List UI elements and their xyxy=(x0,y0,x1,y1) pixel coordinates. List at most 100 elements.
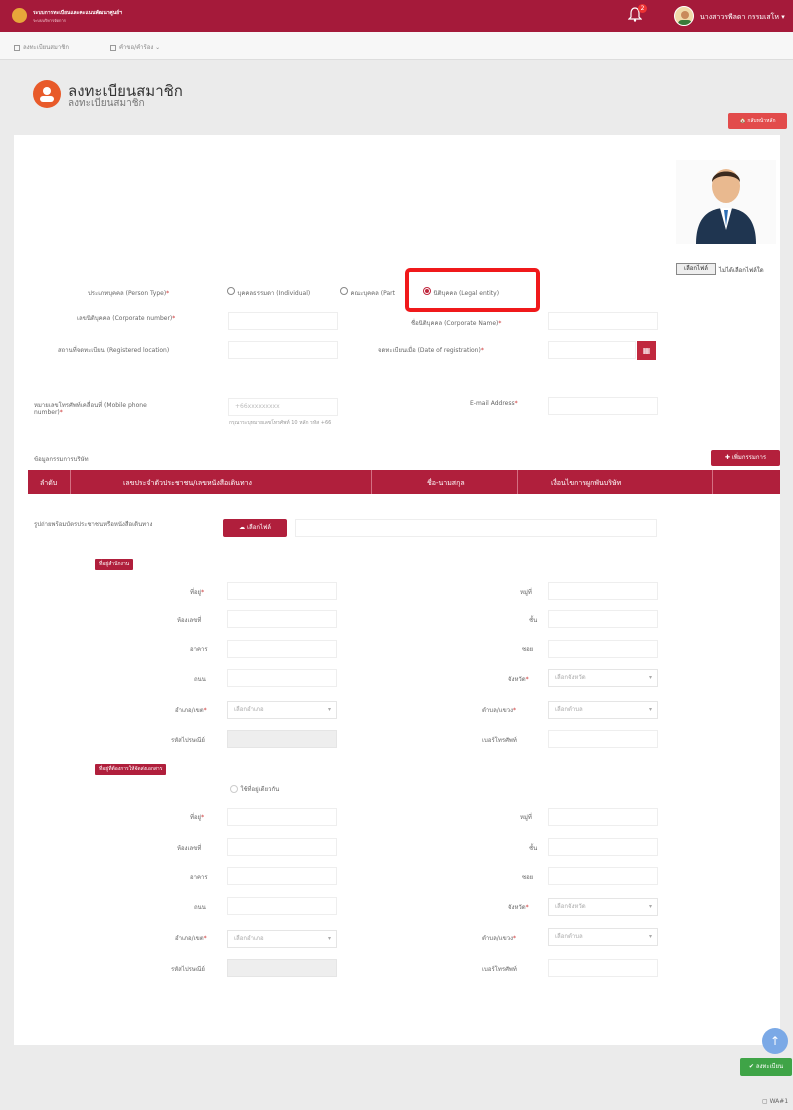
nav-item-requests[interactable]: คำขอ/คำร้อง ⌄ xyxy=(110,42,160,52)
office-house-no-label: ที่อยู่* xyxy=(190,587,204,597)
label-text: จดทะเบียนเมื่อ (Date of registration) xyxy=(378,347,481,354)
office-moo-label: หมู่ที่ xyxy=(520,589,532,596)
column-header: ชื่อ-นามสกุล xyxy=(427,479,465,487)
page-subtitle: ลงทะเบียนสมาชิก xyxy=(68,98,145,109)
office-province-select[interactable]: เลือกจังหวัด xyxy=(548,669,658,687)
footer-label: ▢ WA#1 xyxy=(762,1098,789,1105)
office-soi-label: ซอย xyxy=(522,646,534,653)
office-room-input[interactable] xyxy=(227,610,337,628)
label-text: อำเภอ/เขต xyxy=(175,707,204,714)
calendar-icon[interactable]: ▦ xyxy=(637,341,656,360)
required-mark: * xyxy=(525,676,529,683)
label-text: ตำบล/แขวง xyxy=(482,935,514,942)
grid-icon xyxy=(14,44,20,51)
office-building-label: อาคาร xyxy=(190,646,208,653)
register-button[interactable]: ✔ ลงทะเบียน xyxy=(740,1058,792,1076)
office-district-select[interactable]: เลือกอำเภอ xyxy=(227,701,337,719)
mail-postcode-input xyxy=(227,959,337,977)
mail-building-input[interactable] xyxy=(227,867,337,885)
required-mark: * xyxy=(514,400,518,407)
photo-file-button[interactable]: เลือกไฟล์ xyxy=(676,263,716,275)
radio-individual[interactable]: บุคคลธรรมดา (Individual) xyxy=(227,287,310,298)
label-text: จังหวัด xyxy=(508,676,526,683)
label-text: ที่อยู่ xyxy=(190,589,202,596)
mail-house-no-input[interactable] xyxy=(227,808,337,826)
office-building-input[interactable] xyxy=(227,640,337,658)
office-address-tag: ที่อยู่สำนักงาน xyxy=(95,559,134,570)
checkbox-circle[interactable] xyxy=(230,784,238,793)
mail-subdistrict-select[interactable]: เลือกตำบล xyxy=(548,928,658,946)
office-soi-input[interactable] xyxy=(548,640,658,658)
mail-room-input[interactable] xyxy=(227,838,337,856)
mailing-address-tag: ที่อยู่ที่ต้องการให้จัดส่งเอกสาร xyxy=(95,764,167,775)
required-mark: * xyxy=(513,935,517,942)
directors-section-label: ข้อมูลกรรมการบริษัท xyxy=(34,456,89,463)
registered-location-input[interactable] xyxy=(228,341,338,359)
office-province-label: จังหวัด* xyxy=(508,674,529,684)
mail-floor-input[interactable] xyxy=(548,838,658,856)
user-menu[interactable]: นางสาวรพีลดา กรรมเสโห ▾ xyxy=(700,12,785,23)
mobile-label-line2: number)* xyxy=(34,409,63,416)
office-phone-input[interactable] xyxy=(548,730,658,748)
column-header: เงื่อนไขการผูกพันบริษัท xyxy=(551,479,622,487)
radio-partnership[interactable]: คณะบุคคล (Part xyxy=(340,287,395,298)
radio-circle[interactable] xyxy=(227,287,235,295)
radio-circle[interactable] xyxy=(340,287,348,295)
mail-province-select[interactable]: เลือกจังหวัด xyxy=(548,898,658,916)
office-district-label: อำเภอ/เขต* xyxy=(175,705,207,715)
form-panel xyxy=(14,135,780,1045)
mail-road-label: ถนน xyxy=(194,904,206,911)
mail-phone-input[interactable] xyxy=(548,959,658,977)
office-subdistrict-select[interactable]: เลือกตำบล xyxy=(548,701,658,719)
mobile-phone-input[interactable]: +66xxxxxxxxx xyxy=(228,398,338,416)
office-road-label: ถนน xyxy=(194,676,206,683)
office-floor-label: ชั้น xyxy=(529,617,538,624)
nav-item-label: ลงทะเบียนสมาชิก xyxy=(23,44,69,51)
profile-photo xyxy=(676,160,776,244)
office-house-no-input[interactable] xyxy=(227,582,337,600)
label-text: ประเภทบุคคล (Person Type) xyxy=(88,290,167,297)
label-text: number) xyxy=(34,409,60,416)
column-header: เลขประจำตัวประชาชน/เลขหนังสือเดินทาง xyxy=(123,479,252,487)
column-header: ลำดับ xyxy=(40,479,58,487)
attachment-filename-field xyxy=(295,519,657,537)
brand-title: ระบบการทะเบียนและคะแนนพัฒนาศูนย์ฯ xyxy=(33,10,122,16)
mail-district-label: อำเภอ/เขต* xyxy=(175,933,207,943)
date-of-registration-input[interactable] xyxy=(548,341,636,359)
mail-soi-input[interactable] xyxy=(548,867,658,885)
mail-building-label: อาคาร xyxy=(190,874,208,881)
office-postcode-input xyxy=(227,730,337,748)
required-mark: * xyxy=(172,315,176,322)
label-text: เลขนิติบุคคล (Corporate number) xyxy=(77,315,173,322)
corporate-number-input[interactable] xyxy=(228,312,338,330)
mail-district-select[interactable]: เลือกอำเภอ xyxy=(227,930,337,948)
label-text: E-mail Address xyxy=(470,400,515,407)
mail-soi-label: ซอย xyxy=(522,874,534,881)
registered-location-label: สถานที่จดทะเบียน (Registered location) xyxy=(58,347,170,354)
required-mark: * xyxy=(203,935,207,942)
add-director-button[interactable]: ✚ เพิ่มกรรมการ xyxy=(711,450,780,466)
office-postcode-label: รหัสไปรษณีย์ xyxy=(171,737,205,744)
column-divider xyxy=(712,470,713,494)
label-text: ชื่อนิติบุคคล (Corporate Name) xyxy=(411,320,499,327)
back-home-button[interactable]: 🏠 กลับหน้าหลัก xyxy=(728,113,787,129)
office-floor-input[interactable] xyxy=(548,610,658,628)
highlight-box xyxy=(405,268,540,312)
same-address-checkbox[interactable]: ใช้ที่อยู่เดียวกัน xyxy=(230,784,279,794)
mail-road-input[interactable] xyxy=(227,897,337,915)
upload-file-button[interactable]: ☁ เลือกไฟล์ xyxy=(223,519,287,537)
office-road-input[interactable] xyxy=(227,669,337,687)
office-moo-input[interactable] xyxy=(548,582,658,600)
scroll-top-button[interactable]: ↑ xyxy=(762,1028,788,1054)
column-divider xyxy=(70,470,71,494)
chevron-down-icon: ⌄ xyxy=(155,44,161,51)
avatar[interactable] xyxy=(674,6,694,26)
email-input[interactable] xyxy=(548,397,658,415)
nav-item-register[interactable]: ลงทะเบียนสมาชิก xyxy=(14,42,69,52)
photo-file-status: ไม่ได้เลือกไฟล์ใด xyxy=(719,267,764,274)
nav-item-label: คำขอ/คำร้อง xyxy=(119,44,154,51)
corporate-name-input[interactable] xyxy=(548,312,658,330)
mail-room-label: ห้องเลขที่ xyxy=(177,845,202,852)
office-room-label: ห้องเลขที่ xyxy=(177,617,202,624)
mail-moo-input[interactable] xyxy=(548,808,658,826)
